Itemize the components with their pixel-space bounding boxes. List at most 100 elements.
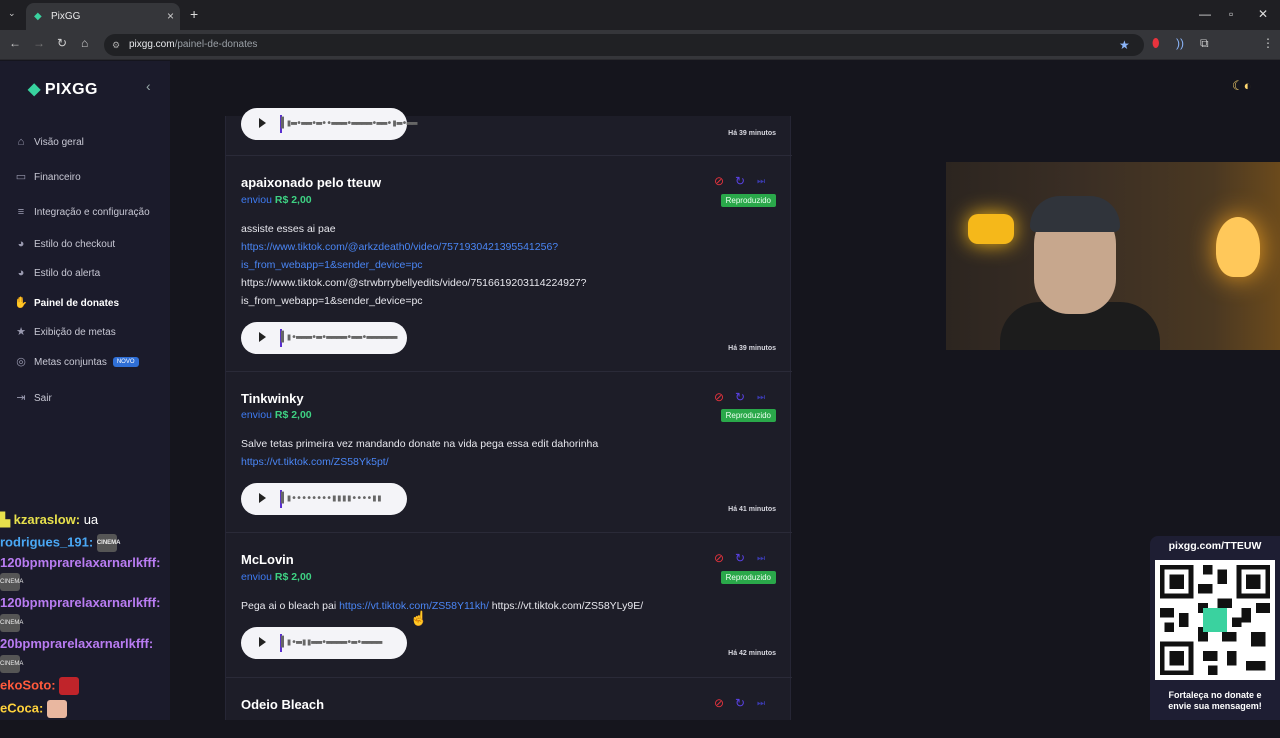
audio-player[interactable]: ▌▮•▬▮▮▬▬•▬▬▬▬•▬•▬▬▬▬ bbox=[241, 627, 407, 659]
new-tab-icon[interactable]: + bbox=[190, 6, 198, 22]
message-link[interactable]: https://www.tiktok.com/@arkzdeath0/video… bbox=[241, 238, 587, 256]
sidebar-item-label: Estilo do alerta bbox=[34, 267, 101, 279]
message-link[interactable]: https://vt.tiktok.com/ZS58Yk5pt/ bbox=[241, 453, 598, 471]
bookmark-star-icon[interactable]: ★ bbox=[1119, 34, 1130, 56]
sidebar-item-painel-donates[interactable]: ✋ Painel de donates bbox=[14, 296, 119, 310]
message-line: assiste esses ai pae bbox=[241, 223, 336, 235]
donation-message: Pega ai o bleach pai https://vt.tiktok.c… bbox=[241, 597, 643, 615]
sidebar-item-label: Painel de donates bbox=[34, 297, 120, 309]
extensions-puzzle-icon[interactable]: ⧉ bbox=[1200, 36, 1209, 51]
chat-message: ua bbox=[80, 512, 99, 527]
home-browser-icon[interactable]: ⌂ bbox=[81, 36, 88, 50]
chat-username: kzaraslow: bbox=[13, 512, 81, 527]
minimize-icon[interactable]: — bbox=[1199, 7, 1211, 21]
replay-icon[interactable]: ↻ bbox=[735, 390, 745, 404]
theme-toggle-icon[interactable]: ☾◐ bbox=[1232, 78, 1252, 94]
status-badge: Reproduzido bbox=[720, 409, 776, 422]
chat-line: 120bpmprarelaxarnarlkfff: bbox=[0, 595, 160, 610]
sidebar-item-label: Exibição de metas bbox=[34, 326, 116, 338]
chat-username: 120bpmprarelaxarnarlkfff: bbox=[0, 595, 161, 610]
audio-player[interactable]: ▌▮••••••••▮▮▮▮••••▮▮ bbox=[241, 483, 407, 515]
amount-value: R$ 2,00 bbox=[274, 571, 312, 583]
chat-username: rodrigues_191: bbox=[0, 534, 94, 550]
donation-card: ▌▮▬•▬▬•▬••▬▬▬•▬▬▬▬•▬▬•▮▬•▬▬ Há 39 minuto… bbox=[226, 106, 792, 156]
pixgg-logo[interactable]: ◆ PIXGG bbox=[28, 79, 98, 99]
close-tab-icon[interactable]: × bbox=[167, 9, 174, 23]
play-icon[interactable] bbox=[259, 493, 266, 503]
donation-message: assiste esses ai pae https://www.tiktok.… bbox=[241, 220, 587, 310]
chat-line: ▙ kzaraslow: ua bbox=[0, 512, 98, 528]
restore-icon[interactable]: ▫ bbox=[1229, 7, 1233, 21]
cinema-emote: CINEMA bbox=[0, 655, 23, 673]
sidebar-item-label: Metas conjuntas bbox=[34, 356, 107, 368]
replay-icon[interactable]: ↻ bbox=[735, 696, 745, 710]
sidebar-item-label: Integração e configuração bbox=[34, 206, 150, 218]
extension-record-icon[interactable]: ⬮ bbox=[1152, 36, 1160, 51]
skip-icon[interactable]: ⏭ bbox=[757, 553, 765, 564]
donation-time: Há 39 minutos bbox=[728, 130, 776, 137]
extension-wave-icon[interactable]: )) bbox=[1176, 36, 1184, 50]
sidebar-item-metas-conjuntas[interactable]: ◎ Metas conjuntas NOVO bbox=[14, 355, 139, 369]
skip-icon[interactable]: ⏭ bbox=[757, 698, 765, 709]
donor-name: Tinkwinky bbox=[241, 391, 304, 406]
sidebar-item-visao-geral[interactable]: ⌂ Visão geral bbox=[14, 135, 84, 149]
chat-line: rodrigues_191: CINEMA bbox=[0, 534, 121, 552]
status-badge: Reproduzido bbox=[720, 194, 776, 207]
sidebar-item-label: Visão geral bbox=[34, 136, 84, 148]
sidebar-item-label: Financeiro bbox=[34, 171, 81, 183]
sidebar-item-financeiro[interactable]: ▭ Financeiro bbox=[14, 170, 81, 184]
sent-label: enviou bbox=[241, 194, 272, 206]
browser-tab-bar: ⌄ ◆ PixGG × + — ▫ ✕ bbox=[0, 0, 1280, 30]
block-icon[interactable]: ⊘ bbox=[714, 174, 724, 188]
play-icon[interactable] bbox=[259, 637, 266, 647]
mouse-pointer-icon: ☝ bbox=[410, 610, 428, 626]
pixgg-favicon-icon: ◆ bbox=[34, 11, 42, 22]
audio-player[interactable]: ▌▮▬•▬▬•▬••▬▬▬•▬▬▬▬•▬▬•▮▬•▬▬ bbox=[241, 108, 418, 140]
donation-actions: ⊘ ↻ ⏭ bbox=[714, 174, 776, 190]
skip-icon[interactable]: ⏭ bbox=[757, 176, 765, 187]
settings-icon: ≡ bbox=[17, 206, 25, 218]
tab-search-icon[interactable]: ⌄ bbox=[8, 8, 16, 19]
sidebar-item-integracao[interactable]: ≡ Integração e configuração bbox=[14, 205, 150, 219]
play-icon[interactable] bbox=[259, 332, 266, 342]
donation-amount: enviou R$ 2,00 bbox=[241, 194, 312, 206]
logo-text: PIXGG bbox=[44, 81, 98, 98]
palette-icon: ◕ bbox=[17, 238, 25, 250]
emote-icon bbox=[59, 677, 80, 695]
pixgg-logo-icon: ◆ bbox=[28, 81, 41, 98]
waveform: ▌▮••••••••▮▮▮▮••••▮▮ bbox=[281, 493, 382, 504]
chat-line: 120bpmprarelaxarnarlkfff: bbox=[0, 555, 160, 570]
menu-kebab-icon[interactable]: ⋮ bbox=[1262, 36, 1274, 50]
block-icon[interactable]: ⊘ bbox=[714, 551, 724, 565]
sidebar-item-exibicao-metas[interactable]: ★ Exibição de metas bbox=[14, 325, 116, 339]
site-info-icon[interactable]: ⚙ bbox=[112, 34, 120, 56]
back-icon[interactable]: ← bbox=[9, 36, 21, 50]
forward-icon[interactable]: → bbox=[33, 36, 45, 50]
donation-card: Odeio Bleach ⊘ ↻ ⏭ bbox=[226, 678, 792, 738]
donation-actions: ⊘ ↻ ⏭ bbox=[714, 390, 776, 406]
close-window-icon[interactable]: ✕ bbox=[1258, 7, 1268, 21]
sidebar-item-label: Estilo do checkout bbox=[34, 238, 116, 250]
collapse-sidebar-icon[interactable]: ‹ bbox=[146, 78, 151, 94]
block-icon[interactable]: ⊘ bbox=[714, 390, 724, 404]
sidebar-item-estilo-checkout[interactable]: ◕ Estilo do checkout bbox=[14, 237, 116, 251]
replay-icon[interactable]: ↻ bbox=[735, 551, 745, 565]
replay-icon[interactable]: ↻ bbox=[735, 174, 745, 188]
chat-line: 20bpmprarelaxarnarlkfff: bbox=[0, 636, 153, 651]
play-icon[interactable] bbox=[259, 118, 266, 128]
browser-tab[interactable]: ◆ PixGG × bbox=[26, 3, 180, 30]
sidebar-item-estilo-alerta[interactable]: ◕ Estilo do alerta bbox=[14, 266, 100, 280]
block-icon[interactable]: ⊘ bbox=[714, 696, 724, 710]
message-link[interactable]: is_from_webapp=1&sender_device=pc bbox=[241, 256, 587, 274]
skip-icon[interactable]: ⏭ bbox=[757, 392, 765, 403]
streamer-cap-image bbox=[1030, 196, 1120, 232]
cinema-emote: CINEMA bbox=[0, 614, 23, 632]
palette-icon: ◕ bbox=[17, 267, 25, 279]
audio-player[interactable]: ▌▮•▬▬▬•▬•▬▬▬▬•▬▬•▬▬▬▬▬▬ bbox=[241, 322, 407, 354]
address-bar[interactable]: ⚙ pixgg.com/painel-de-donates ★ bbox=[104, 34, 1144, 56]
donor-name: Odeio Bleach bbox=[241, 697, 325, 712]
sidebar-item-sair[interactable]: ⇥ Sair bbox=[14, 391, 51, 405]
reload-icon[interactable]: ↻ bbox=[57, 36, 67, 50]
thumbs-up-emote-icon bbox=[46, 700, 67, 718]
waveform: ▌▮•▬▬▬•▬•▬▬▬▬•▬▬•▬▬▬▬▬▬ bbox=[281, 332, 397, 343]
